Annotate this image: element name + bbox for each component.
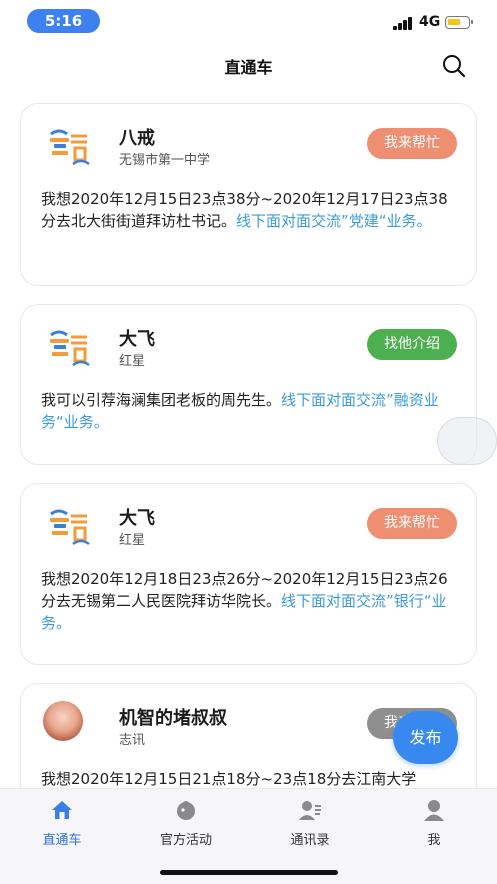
battery-icon bbox=[445, 16, 473, 29]
post-description: 我想2020年12月15日21点18分~23点18分去江南大学 bbox=[41, 768, 461, 790]
post-body: 我可以引荐海澜集团老板的周先生。 bbox=[41, 391, 282, 409]
search-icon[interactable] bbox=[441, 53, 467, 79]
post-card[interactable]: 八戒 无锡市第一中学 我来帮忙 我想2020年12月15日23点38分~2020… bbox=[20, 103, 477, 286]
post-body: 我想2020年12月15日21点18分~23点18分去江南大学 bbox=[41, 770, 417, 788]
tab-label: 我 bbox=[427, 833, 441, 848]
activity-icon bbox=[177, 801, 195, 820]
home-indicator bbox=[160, 870, 338, 875]
poster-name: 大飞 bbox=[119, 329, 155, 350]
post-description: 我可以引荐海澜集团老板的周先生。线下面对面交流”融资业务“业务。 bbox=[41, 389, 461, 433]
post-description: 我想2020年12月18日23点26分~2020年12月15日23点26分去无锡… bbox=[41, 568, 461, 634]
post-card[interactable]: 大飞 红星 找他介绍 我可以引荐海澜集团老板的周先生。线下面对面交流”融资业务“… bbox=[20, 304, 477, 465]
tab-label: 官方活动 bbox=[159, 833, 212, 848]
tab-contacts[interactable]: 通讯录 bbox=[248, 789, 372, 859]
poster-name: 八戒 bbox=[119, 128, 155, 149]
status-time: 5:16 bbox=[27, 9, 100, 33]
post-card[interactable]: 大飞 红星 我来帮忙 我想2020年12月18日23点26分~2020年12月1… bbox=[20, 483, 477, 665]
company-logo-icon bbox=[50, 129, 90, 166]
poster-name: 大飞 bbox=[119, 508, 155, 529]
company-logo-icon bbox=[50, 330, 90, 367]
tab-profile[interactable]: 我 bbox=[372, 789, 496, 859]
tab-label: 通讯录 bbox=[290, 833, 330, 848]
poster-name: 机智的堵叔叔 bbox=[119, 708, 227, 729]
home-icon bbox=[52, 801, 72, 819]
help-button[interactable]: 我来帮忙 bbox=[367, 508, 457, 539]
page-title: 直通车 bbox=[224, 58, 273, 77]
tab-home[interactable]: 直通车 bbox=[0, 789, 124, 859]
post-description: 我想2020年12月15日23点38分~2020年12月17日23点38分去北大… bbox=[41, 188, 461, 232]
status-bar: 5:16 4G bbox=[0, 0, 497, 40]
tab-label: 直通车 bbox=[42, 833, 82, 848]
introduce-button[interactable]: 找他介绍 bbox=[367, 329, 457, 360]
network-type: 4G bbox=[419, 14, 441, 30]
company-logo-icon bbox=[50, 509, 90, 546]
avatar bbox=[43, 701, 83, 741]
help-button[interactable]: 我来帮忙 bbox=[367, 128, 457, 159]
poster-organization: 无锡市第一中学 bbox=[119, 153, 211, 168]
publish-button[interactable]: 发布 bbox=[393, 711, 458, 764]
poster-organization: 志讯 bbox=[119, 733, 146, 748]
tab-activities[interactable]: 官方活动 bbox=[124, 789, 248, 859]
contacts-icon bbox=[299, 801, 321, 820]
poster-organization: 红星 bbox=[119, 533, 146, 548]
profile-icon bbox=[424, 800, 444, 821]
poster-organization: 红星 bbox=[119, 354, 146, 369]
post-business-link[interactable]: 线下面对面交流”党建“业务。 bbox=[236, 212, 432, 230]
floating-assistive-button[interactable] bbox=[437, 417, 497, 465]
signal-icon bbox=[393, 17, 415, 30]
